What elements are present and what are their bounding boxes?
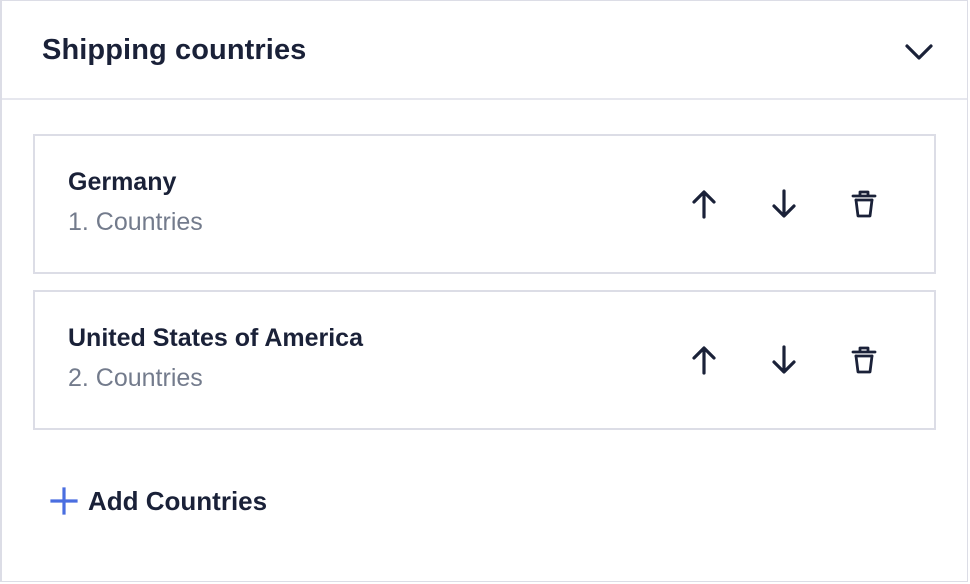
panel-title: Shipping countries [42, 34, 307, 66]
item-title: Germany [68, 168, 177, 196]
trash-icon [851, 346, 877, 374]
arrow-down-icon [772, 189, 796, 218]
arrow-down-icon [772, 345, 796, 374]
chevron-down-icon [905, 44, 933, 60]
arrow-up-icon [692, 190, 716, 219]
item-subtitle: 1. Countries [68, 208, 203, 236]
plus-icon [50, 487, 78, 515]
collapse-toggle-button[interactable] [900, 35, 938, 69]
item-subtitle: 2. Countries [68, 364, 203, 392]
add-countries-button[interactable]: Add Countries [50, 482, 267, 520]
move-down-button[interactable] [766, 186, 802, 222]
trash-icon [851, 190, 877, 218]
move-up-button[interactable] [686, 342, 722, 378]
list-item: United States of America 2. Countries [33, 290, 936, 430]
move-up-button[interactable] [686, 186, 722, 222]
move-down-button[interactable] [766, 342, 802, 378]
delete-button[interactable] [846, 342, 882, 378]
panel-header[interactable]: Shipping countries [2, 1, 967, 100]
item-title: United States of America [68, 324, 363, 352]
list-item: Germany 1. Countries [33, 134, 936, 274]
delete-button[interactable] [846, 186, 882, 222]
add-countries-label: Add Countries [88, 485, 268, 516]
arrow-up-icon [692, 346, 716, 375]
